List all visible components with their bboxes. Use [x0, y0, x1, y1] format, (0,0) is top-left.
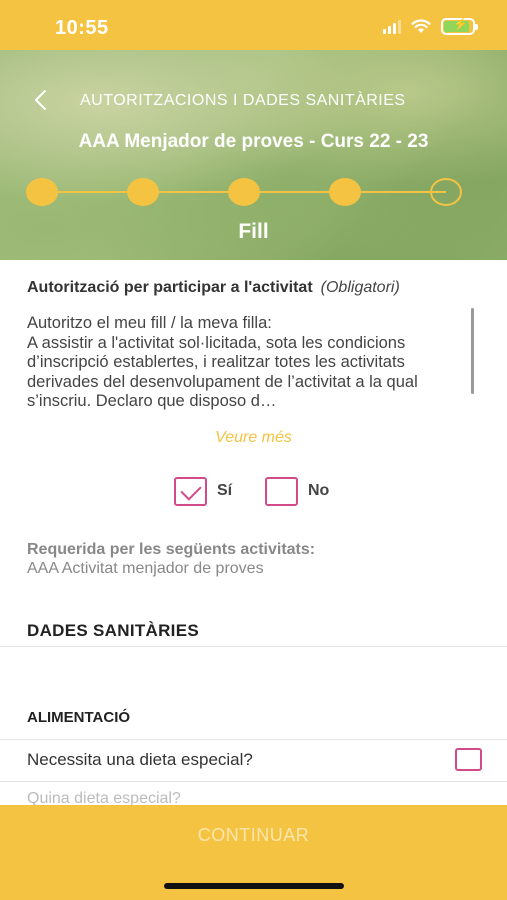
status-time: 10:55	[55, 17, 109, 39]
cellular-signal-icon	[383, 19, 401, 34]
authorization-text: Autoritzo el meu fill / la meva filla: A…	[27, 314, 477, 412]
no-checkbox[interactable]	[265, 476, 298, 506]
authorization-heading-text: Autorització per participar a l'activita…	[27, 279, 313, 296]
no-label: No	[308, 482, 330, 499]
status-icons: ⚡	[383, 17, 478, 35]
which-diet-field[interactable]: Quina dieta especial?	[27, 790, 181, 805]
divider	[0, 646, 507, 647]
yes-checkbox[interactable]	[174, 476, 207, 506]
form-content[interactable]: Autorització per participar a l'activita…	[0, 260, 507, 805]
wifi-icon	[411, 19, 431, 33]
authorization-text-body: Autoritzo el meu fill / la meva filla: A…	[27, 314, 418, 410]
continue-button[interactable]: CONTINUAR	[0, 805, 507, 865]
step-5	[430, 178, 462, 206]
required-by-label: Requerida per les següents activitats:	[27, 541, 316, 558]
divider	[0, 739, 507, 740]
health-section-title: DADES SANITÀRIES	[27, 621, 199, 640]
step-4	[329, 178, 361, 206]
food-section-title: ALIMENTACIÓ	[27, 709, 131, 726]
divider	[0, 781, 507, 782]
step-2	[127, 178, 159, 206]
step-3	[228, 178, 260, 206]
required-tag: (Obligatori)	[320, 279, 400, 296]
required-activity: AAA Activitat menjador de proves	[27, 560, 264, 577]
option-no[interactable]: No	[265, 476, 329, 506]
battery-charging-icon: ⚡	[441, 17, 478, 35]
text-scrollbar[interactable]	[471, 308, 474, 394]
option-yes[interactable]: Sí	[174, 476, 232, 506]
authorization-heading: Autorització per participar a l'activita…	[27, 279, 400, 297]
special-diet-question: Necessita una dieta especial?	[27, 750, 253, 769]
step-label: Fill	[238, 220, 269, 243]
header: AUTORITZACIONS I DADES SANITÀRIES AAA Me…	[0, 50, 507, 260]
yes-label: Sí	[217, 482, 233, 499]
chevron-left-icon[interactable]	[30, 88, 52, 112]
activity-subtitle: AAA Menjador de proves - Curs 22 - 23	[78, 131, 429, 152]
status-bar: 10:55 ⚡	[0, 0, 507, 50]
footer: CONTINUAR	[0, 805, 507, 900]
step-1	[26, 178, 58, 206]
see-more-link[interactable]: Veure més	[0, 429, 507, 447]
special-diet-checkbox[interactable]	[455, 748, 482, 771]
page-title: AUTORITZACIONS I DADES SANITÀRIES	[80, 92, 406, 109]
progress-stepper	[26, 178, 462, 206]
home-indicator[interactable]	[164, 883, 344, 889]
